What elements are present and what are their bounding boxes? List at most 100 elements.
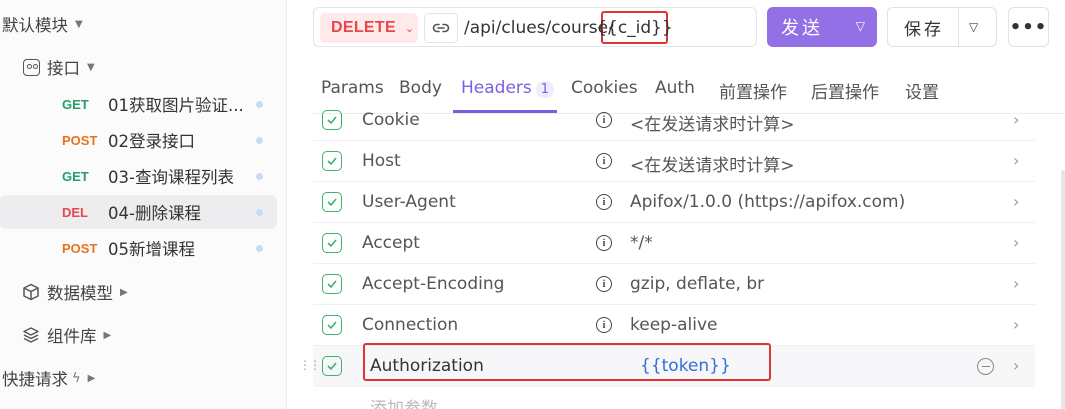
link-button[interactable] (424, 13, 458, 43)
api-name: 04-删除课程 (108, 204, 201, 223)
method-badge: GET (62, 96, 89, 112)
caret-right-icon: ▶ (103, 329, 112, 341)
send-button[interactable]: 发送 ▽ (767, 7, 877, 47)
info-icon[interactable]: i (596, 112, 612, 128)
api-item-4[interactable]: DEL 04-删除课程 (0, 195, 277, 229)
api-item-3[interactable]: GET 03-查询课程列表 (0, 159, 277, 193)
url-input[interactable]: /api/clues/course/ (464, 18, 614, 38)
header-key-input[interactable]: Authorization (370, 356, 484, 376)
drag-handle-icon[interactable]: ⋮⋮ (299, 358, 321, 372)
caret-down-icon: ▼ (87, 61, 95, 73)
check-icon (327, 280, 337, 289)
header-enabled-checkbox[interactable] (322, 274, 342, 294)
header-key[interactable]: Host (362, 151, 401, 171)
header-enabled-checkbox[interactable] (322, 356, 342, 376)
url-path-variable[interactable]: {{c_id}} (596, 11, 673, 44)
method-badge: POST (62, 132, 98, 148)
header-enabled-checkbox[interactable] (322, 233, 342, 253)
chevron-right-icon[interactable]: › (1013, 274, 1019, 293)
header-value[interactable]: */* (630, 233, 653, 253)
chevron-right-icon[interactable]: › (1013, 151, 1019, 170)
check-icon (327, 157, 337, 166)
scrollbar[interactable] (1061, 170, 1065, 409)
header-key[interactable]: Accept (362, 233, 420, 253)
info-icon[interactable]: i (596, 276, 612, 292)
lightning-icon: ϟ (72, 370, 81, 386)
check-icon (327, 321, 337, 330)
header-value[interactable]: <在发送请求时计算> (630, 151, 795, 176)
method-badge: POST (62, 240, 98, 256)
minus-circle-icon[interactable] (977, 358, 994, 375)
more-button[interactable]: ••• (1008, 7, 1049, 47)
status-dot (256, 101, 263, 108)
api-item-5[interactable]: POST 05新增课程 (0, 231, 277, 265)
header-enabled-checkbox[interactable] (322, 151, 342, 171)
link-icon (432, 23, 450, 33)
check-icon (327, 362, 337, 371)
info-icon[interactable]: i (596, 153, 612, 169)
sidebar-item-quick-request[interactable]: 快捷请求 ϟ ▶ (2, 363, 95, 393)
api-name: 02登录接口 (108, 132, 195, 151)
folder-icon (23, 58, 40, 76)
info-icon[interactable]: i (596, 235, 612, 251)
api-item-1[interactable]: GET 01获取图片验证... (0, 87, 277, 121)
sidebar-item-components[interactable]: 组件库 ▶ (22, 320, 111, 350)
components-label: 组件库 (47, 327, 97, 346)
header-value[interactable]: keep-alive (630, 315, 717, 335)
chevron-right-icon[interactable]: › (1013, 233, 1019, 252)
tab-headers-label: Headers (461, 78, 532, 98)
header-enabled-checkbox[interactable] (322, 315, 342, 335)
sidebar: 默认模块 ▼ 接口 ▼ GET 01获取图片验证... POST 02登录接口 … (0, 0, 287, 409)
header-value[interactable]: gzip, deflate, br (630, 274, 764, 294)
chevron-down-icon[interactable]: ▽ (856, 19, 865, 33)
method-badge: GET (62, 168, 89, 184)
api-name: 01获取图片验证... (108, 96, 244, 115)
method-select[interactable]: DELETE ⌄ (320, 13, 418, 43)
data-model-label: 数据模型 (47, 284, 113, 303)
sidebar-item-data-model[interactable]: 数据模型 ▶ (22, 277, 128, 307)
header-key[interactable]: User-Agent (362, 192, 456, 212)
header-row: User-Agent i Apifox/1.0.0 (https://apifo… (313, 182, 1035, 223)
chevron-right-icon[interactable]: › (1013, 315, 1019, 334)
send-label: 发送 (781, 18, 823, 39)
info-icon[interactable]: i (596, 194, 612, 210)
module-label: 默认模块 (2, 16, 68, 35)
chevron-down-icon[interactable]: ▽ (969, 20, 978, 34)
url-variable-text: {{c_id}} (596, 17, 673, 38)
method-label: DELETE (331, 19, 396, 36)
header-row: Connection i keep-alive › (313, 305, 1035, 346)
header-enabled-checkbox[interactable] (322, 110, 342, 130)
module-default[interactable]: 默认模块 ▼ (2, 9, 83, 39)
header-row: Host i <在发送请求时计算> › (313, 141, 1035, 182)
count-badge: 1 (535, 81, 555, 98)
layers-icon (23, 327, 39, 343)
tab-params[interactable]: Params (321, 78, 384, 98)
header-key[interactable]: Cookie (362, 110, 420, 130)
caret-down-icon: ▼ (75, 18, 83, 30)
cube-icon (23, 283, 39, 301)
save-label: 保存 (904, 19, 944, 40)
header-enabled-checkbox[interactable] (322, 192, 342, 212)
chevron-right-icon[interactable]: › (1013, 110, 1019, 129)
divider (958, 8, 959, 46)
chevron-right-icon[interactable]: › (1013, 356, 1019, 375)
info-icon[interactable]: i (596, 317, 612, 333)
header-row-custom: ⋮⋮ Authorization {{token}} › (299, 343, 1035, 387)
folder-api[interactable]: 接口 ▼ (23, 52, 95, 82)
header-value[interactable]: Apifox/1.0.0 (https://apifox.com) (630, 192, 905, 212)
api-item-2[interactable]: POST 02登录接口 (0, 123, 277, 157)
header-row: Accept-Encoding i gzip, deflate, br › (313, 264, 1035, 305)
tab-cookies[interactable]: Cookies (571, 78, 638, 98)
header-key[interactable]: Accept-Encoding (362, 274, 504, 294)
header-value-input[interactable]: {{token}} (640, 356, 731, 376)
add-param-placeholder[interactable]: 添加参数 (370, 394, 438, 409)
save-button[interactable]: 保存 ▽ (887, 7, 997, 47)
api-name: 05新增课程 (108, 240, 195, 259)
tab-body[interactable]: Body (399, 78, 442, 98)
chevron-right-icon[interactable]: › (1013, 192, 1019, 211)
header-key[interactable]: Connection (362, 315, 458, 335)
header-row: Cookie i <在发送请求时计算> › (313, 100, 1035, 141)
tab-headers[interactable]: Headers 1 (461, 78, 555, 98)
tab-auth[interactable]: Auth (655, 78, 695, 98)
header-value[interactable]: <在发送请求时计算> (630, 110, 795, 135)
